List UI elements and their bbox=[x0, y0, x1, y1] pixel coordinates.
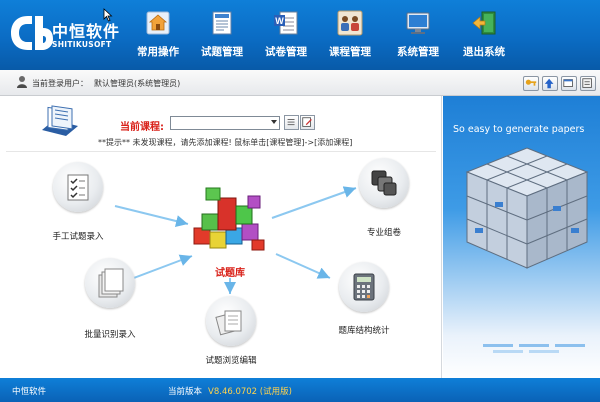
checklist-icon bbox=[67, 174, 89, 201]
promo-banner: So easy to generate papers bbox=[443, 96, 600, 378]
pro-assemble-badge bbox=[359, 158, 409, 208]
up-button[interactable] bbox=[542, 76, 558, 91]
manual-entry-badge bbox=[53, 162, 103, 212]
header-bar: 中恒软件 SHITIKUSOFT 常用操作 试题管理 W 试卷管理 课程管理 系… bbox=[0, 0, 600, 70]
rubiks-cube-illustration bbox=[465, 147, 589, 269]
nav-system-management[interactable]: 系统管理 bbox=[386, 0, 450, 70]
structure-stats-label: 题库结构统计 bbox=[338, 326, 390, 336]
structure-stats-badge bbox=[339, 262, 389, 312]
window-button[interactable] bbox=[561, 76, 577, 91]
nav-label: 课程管理 bbox=[329, 46, 371, 58]
batch-import-badge bbox=[85, 258, 135, 308]
info-button[interactable] bbox=[580, 76, 596, 91]
version-label: 当前版本 bbox=[168, 387, 203, 397]
app-logo: 中恒软件 SHITIKUSOFT bbox=[8, 10, 138, 60]
nav-label: 常用操作 bbox=[137, 46, 179, 58]
batch-import-label: 批量识别录入 bbox=[84, 330, 136, 340]
manual-entry-button[interactable]: 手工试题录入 bbox=[40, 158, 116, 244]
nav-label: 试卷管理 bbox=[265, 46, 307, 58]
people-group-icon bbox=[337, 10, 363, 36]
user-icon bbox=[17, 76, 27, 88]
nav-paper-management[interactable]: W 试卷管理 bbox=[254, 0, 318, 70]
document-list-icon bbox=[212, 11, 232, 35]
info-icon bbox=[582, 78, 592, 88]
pro-assemble-button[interactable]: 专业组卷 bbox=[346, 154, 422, 238]
svg-text:W: W bbox=[275, 16, 284, 26]
status-bar: 中恒软件 当前版本 V8.46.0702 (试用版) bbox=[0, 378, 600, 402]
browse-edit-badge bbox=[206, 296, 256, 346]
layered-squares-icon bbox=[371, 170, 397, 196]
building-blocks-icon bbox=[193, 187, 265, 251]
promo-tagline: So easy to generate papers bbox=[453, 124, 585, 135]
up-arrow-icon bbox=[544, 78, 554, 89]
login-bar: 当前登录用户： 默认管理员(系统管理员) bbox=[0, 70, 600, 96]
browse-edit-label: 试题浏览编辑 bbox=[205, 356, 257, 366]
brand-subtitle: SHITIKUSOFT bbox=[52, 40, 112, 49]
pro-assemble-label: 专业组卷 bbox=[366, 228, 401, 238]
key-icon bbox=[525, 79, 537, 86]
nav-label: 系统管理 bbox=[397, 46, 439, 58]
nav-course-management[interactable]: 课程管理 bbox=[318, 0, 382, 70]
exit-door-icon bbox=[472, 11, 496, 35]
structure-stats-button[interactable]: 题库结构统计 bbox=[318, 262, 410, 346]
login-label: 当前登录用户： bbox=[32, 79, 88, 88]
nav-question-management[interactable]: 试题管理 bbox=[190, 0, 254, 70]
login-info: 当前登录用户： 默认管理员(系统管理员) bbox=[32, 78, 186, 89]
decorative-stripes bbox=[483, 344, 585, 353]
version-number: V8.46.0702 (试用版) bbox=[208, 387, 292, 397]
status-company: 中恒软件 bbox=[12, 387, 47, 397]
mouse-cursor-icon bbox=[103, 8, 113, 22]
paper-stack-icon bbox=[98, 268, 124, 298]
nav-label: 退出系统 bbox=[463, 46, 505, 58]
word-document-icon: W bbox=[274, 11, 298, 35]
login-user: 默认管理员(系统管理员) bbox=[94, 79, 181, 88]
question-bank-button[interactable]: 试题库 bbox=[188, 184, 272, 279]
window-icon bbox=[563, 79, 573, 87]
computer-monitor-icon bbox=[406, 12, 430, 34]
nav-label: 试题管理 bbox=[201, 46, 243, 58]
home-icon bbox=[146, 11, 170, 35]
logo-mark-icon bbox=[11, 16, 53, 50]
main-panel: 当前课程: **提示** 未发现课程，请先添加课程! 鼠标单击[课程管理]->[… bbox=[0, 96, 442, 378]
batch-import-button[interactable]: 批量识别录入 bbox=[72, 256, 148, 342]
nav-exit-system[interactable]: 退出系统 bbox=[452, 0, 516, 70]
question-bank-label: 试题库 bbox=[215, 268, 245, 279]
status-version: 当前版本 V8.46.0702 (试用版) bbox=[168, 385, 292, 397]
key-button[interactable] bbox=[523, 76, 539, 91]
manual-entry-label: 手工试题录入 bbox=[52, 232, 104, 242]
nav-common-operations[interactable]: 常用操作 bbox=[126, 0, 190, 70]
calculator-icon bbox=[353, 273, 375, 301]
browse-edit-button[interactable]: 试题浏览编辑 bbox=[188, 294, 274, 378]
documents-fan-icon bbox=[215, 310, 242, 336]
